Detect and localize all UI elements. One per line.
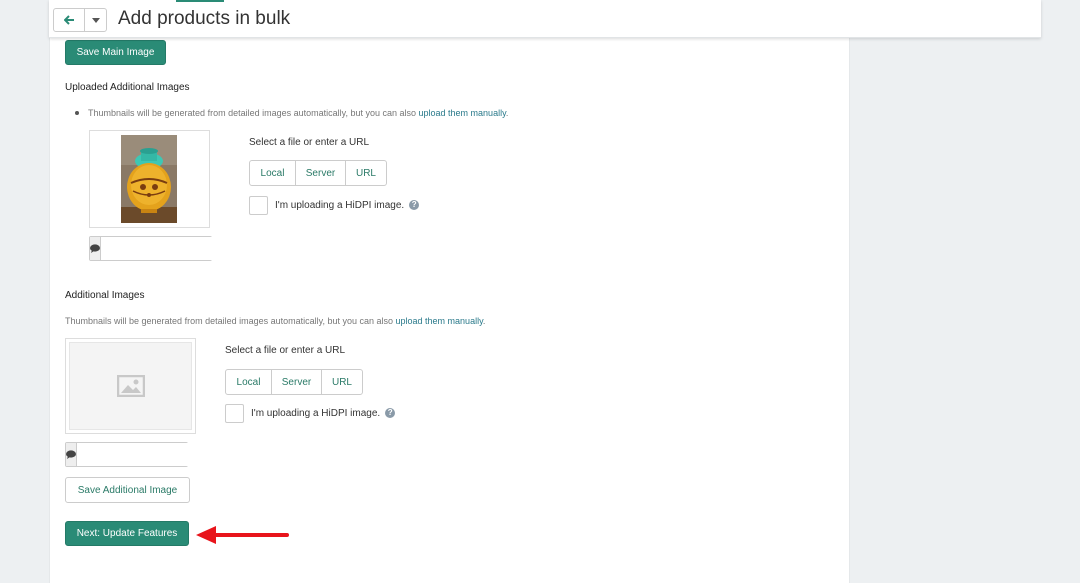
comment-icon: [90, 244, 100, 253]
hint-end: .: [505, 108, 509, 118]
hint-end: .: [482, 316, 486, 326]
additional-select-file-label: Select a file or enter a URL: [225, 345, 346, 356]
additional-image-alt-input-group: [65, 442, 254, 467]
hint-text: Thumbnails will be generated from detail…: [88, 108, 419, 118]
caret-down-icon: [91, 17, 100, 23]
arrow-left-icon: [63, 15, 74, 25]
help-icon[interactable]: ?: [409, 200, 420, 210]
uploaded-hidpi-checkbox[interactable]: [249, 195, 268, 215]
additional-hidpi-label: I'm uploading a HiDPI image.: [251, 407, 381, 419]
navigation-group: [53, 8, 107, 32]
bullet-dot: [75, 111, 79, 115]
uploaded-image-thumbnail[interactable]: [89, 130, 210, 228]
image-placeholder-icon: [116, 375, 145, 397]
uploaded-source-server[interactable]: Server: [296, 161, 346, 185]
save-additional-image-button[interactable]: Save Additional Image: [65, 477, 190, 503]
uploaded-select-file-label: Select a file or enter a URL: [249, 137, 370, 148]
hint-text: Thumbnails will be generated from detail…: [65, 316, 396, 326]
nav-menu-button[interactable]: [85, 9, 106, 31]
upload-manually-link[interactable]: upload them manually: [396, 316, 483, 326]
uploaded-hidpi-row: I'm uploading a HiDPI image. ?: [249, 195, 420, 215]
uploaded-image-alt-input[interactable]: [101, 237, 278, 260]
uploaded-source-url[interactable]: URL: [346, 161, 386, 185]
uploaded-thumbnail-hint: Thumbnails will be generated from detail…: [88, 108, 508, 118]
additional-image-placeholder[interactable]: [65, 338, 196, 434]
red-arrow-annotation: [196, 526, 289, 544]
additional-source-url[interactable]: URL: [322, 370, 362, 394]
comment-icon-addon: [90, 237, 101, 260]
additional-source-server[interactable]: Server: [272, 370, 322, 394]
additional-hidpi-checkbox[interactable]: [225, 403, 244, 423]
page-header: Add products in bulk: [49, 0, 1041, 38]
additional-source-selector: Local Server URL: [225, 369, 363, 395]
uploaded-source-local[interactable]: Local: [250, 161, 296, 185]
additional-image-alt-input[interactable]: [77, 443, 254, 466]
placeholder-area: [69, 342, 192, 430]
save-main-image-button[interactable]: Save Main Image: [65, 40, 166, 65]
uploaded-image-alt-input-group: [89, 236, 278, 261]
back-button[interactable]: [54, 9, 85, 31]
comment-icon: [66, 450, 76, 459]
page-title: Add products in bulk: [118, 8, 291, 29]
vase-image: [121, 135, 177, 223]
active-tab-indicator: [176, 0, 224, 2]
additional-thumbnail-hint: Thumbnails will be generated from detail…: [65, 316, 485, 326]
next-update-features-button[interactable]: Next: Update Features: [65, 521, 189, 546]
uploaded-hidpi-label: I'm uploading a HiDPI image.: [275, 199, 405, 211]
help-icon[interactable]: ?: [385, 408, 396, 418]
additional-source-local[interactable]: Local: [226, 370, 272, 394]
uploaded-source-selector: Local Server URL: [249, 160, 387, 186]
additional-hidpi-row: I'm uploading a HiDPI image. ?: [225, 403, 396, 423]
uploaded-additional-images-heading: Uploaded Additional Images: [65, 82, 190, 93]
upload-manually-link[interactable]: upload them manually: [419, 108, 506, 118]
comment-icon-addon: [66, 443, 77, 466]
additional-images-heading: Additional Images: [65, 290, 145, 301]
